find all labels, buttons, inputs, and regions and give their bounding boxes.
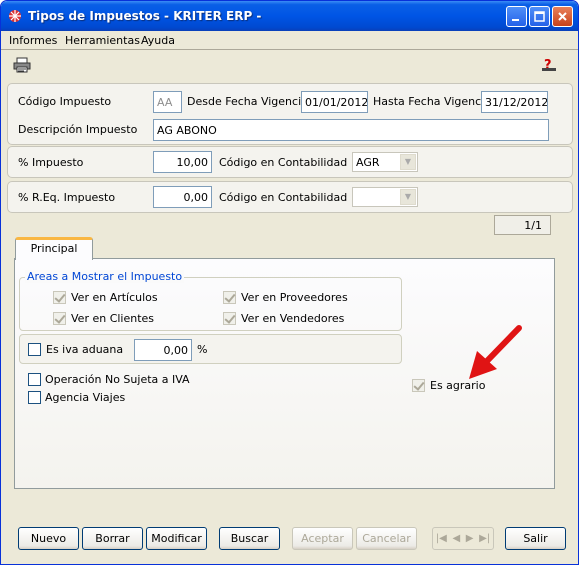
borrar-button[interactable]: Borrar [82, 527, 143, 550]
req-field[interactable]: 0,00 [153, 186, 212, 208]
app-icon [7, 8, 23, 24]
maximize-icon [534, 11, 545, 22]
impuesto-panel: % Impuesto 10,00 Código en Contabilidad … [7, 146, 573, 178]
chevron-down-icon[interactable]: ▼ [400, 154, 416, 170]
agencia-checkbox[interactable] [28, 391, 41, 404]
record-counter: 1/1 [494, 215, 551, 235]
iva-aduana-checkbox[interactable] [28, 343, 41, 356]
no-sujeta-label: Operación No Sujeta a IVA [45, 373, 190, 386]
iva-aduana-label: Es iva aduana [46, 343, 124, 356]
nuevo-button[interactable]: Nuevo [18, 527, 79, 550]
impuesto-contab-value: AGR [356, 156, 380, 169]
main-window: Tipos de Impuestos - KRITER ERP - Inform… [0, 0, 579, 565]
arrow-icon [463, 325, 523, 383]
proveedores-checkbox[interactable] [223, 291, 236, 304]
agrario-checkbox[interactable] [412, 379, 425, 392]
articulos-label: Ver en Artículos [71, 291, 158, 304]
prev-record-icon[interactable]: ◀ [452, 533, 460, 544]
impuesto-label: % Impuesto [18, 156, 84, 169]
req-contab-label: Código en Contabilidad [219, 191, 348, 204]
salir-button[interactable]: Salir [505, 527, 566, 550]
aceptar-button[interactable]: Aceptar [292, 527, 353, 550]
hasta-label: Hasta Fecha Vigencia [373, 95, 491, 108]
last-record-icon[interactable]: ▶| [479, 533, 490, 544]
codigo-label: Código Impuesto [18, 95, 112, 108]
iva-aduana-field[interactable]: 0,00 [134, 339, 192, 361]
maximize-button[interactable] [529, 6, 550, 27]
descripcion-label: Descripción Impuesto [18, 123, 138, 136]
clientes-label: Ver en Clientes [71, 312, 155, 325]
articulos-checkbox[interactable] [53, 291, 66, 304]
close-button[interactable] [552, 6, 573, 27]
agencia-label: Agencia Viajes [45, 391, 126, 404]
no-sujeta-checkbox[interactable] [28, 373, 41, 386]
cancelar-button[interactable]: Cancelar [356, 527, 417, 550]
first-record-icon[interactable]: |◀ [436, 533, 447, 544]
modificar-button[interactable]: Modificar [146, 527, 207, 550]
buscar-button[interactable]: Buscar [219, 527, 280, 550]
codigo-field[interactable]: AA [153, 91, 182, 113]
chevron-down-icon[interactable]: ▼ [400, 189, 416, 205]
menu-bar: Informes Herramientas Ayuda [1, 31, 578, 49]
req-panel: % R.Eq. Impuesto 0,00 Código en Contabil… [7, 181, 573, 213]
menu-ayuda[interactable]: Ayuda [141, 34, 175, 47]
hasta-field[interactable]: 31/12/2012 [481, 91, 548, 113]
window-title: Tipos de Impuestos - KRITER ERP - [28, 9, 262, 23]
areas-group-title: Areas a Mostrar el Impuesto [25, 270, 185, 283]
req-label: % R.Eq. Impuesto [18, 191, 116, 204]
iva-aduana-unit: % [197, 343, 208, 356]
tab-principal[interactable]: Principal [15, 237, 93, 260]
impuesto-field[interactable]: 10,00 [153, 151, 212, 173]
close-icon [558, 12, 567, 21]
printer-icon[interactable] [13, 57, 31, 73]
clientes-checkbox[interactable] [53, 312, 66, 325]
impuesto-contab-label: Código en Contabilidad [219, 156, 348, 169]
impuesto-contab-select[interactable]: AGR ▼ [352, 152, 418, 172]
next-record-icon[interactable]: ▶ [466, 533, 474, 544]
header-panel: Código Impuesto AA Desde Fecha Vigencia … [7, 83, 573, 145]
menu-informes[interactable]: Informes [9, 34, 57, 47]
req-contab-select[interactable]: ▼ [352, 187, 418, 207]
menu-herramientas[interactable]: Herramientas [65, 34, 140, 47]
title-bar[interactable]: Tipos de Impuestos - KRITER ERP - [1, 1, 578, 31]
minimize-button[interactable] [506, 6, 527, 27]
record-navigator: |◀ ◀ ▶ ▶| [432, 527, 494, 550]
desde-label: Desde Fecha Vigencia [187, 95, 308, 108]
help-icon[interactable]: ? [541, 56, 557, 73]
menu-divider [1, 49, 578, 50]
minimize-icon [512, 19, 519, 21]
vendedores-checkbox[interactable] [223, 312, 236, 325]
vendedores-label: Ver en Vendedores [241, 312, 345, 325]
desde-field[interactable]: 01/01/2012 [301, 91, 368, 113]
proveedores-label: Ver en Proveedores [241, 291, 348, 304]
descripcion-field[interactable]: AG ABONO [153, 119, 549, 141]
